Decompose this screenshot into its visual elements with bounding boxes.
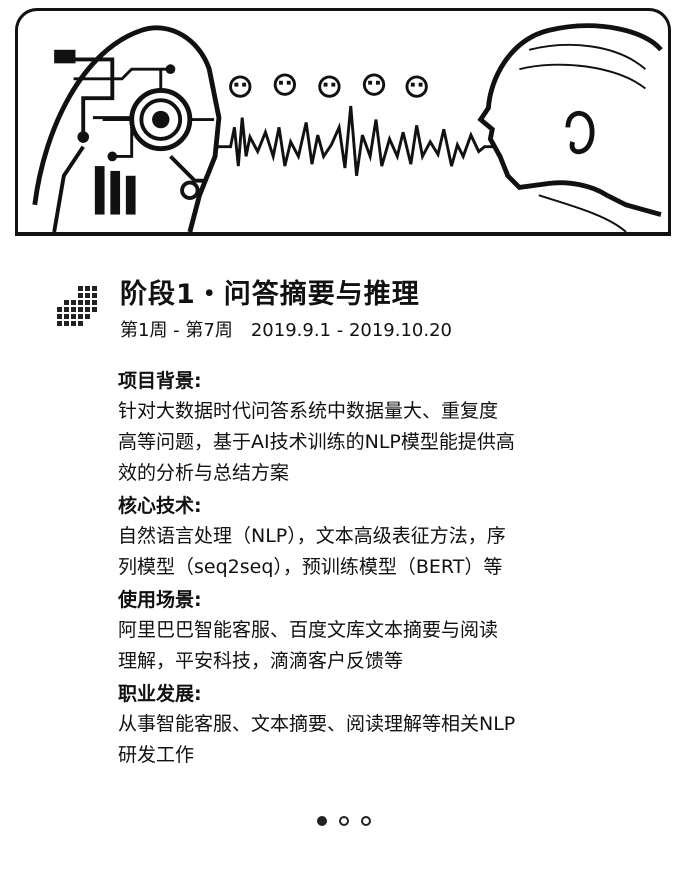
section-core-tech: 核心技术: 自然语言处理（NLP），文本高级表征方法，序 列模型（seq2seq… <box>118 491 588 583</box>
pagination-dot[interactable] <box>317 816 327 826</box>
section-text: 针对大数据时代问答系统中数据量大、重复度 高等问题，基于AI技术训练的NLP模型… <box>118 396 588 489</box>
section-text: 阿里巴巴智能客服、百度文库文本摘要与阅读 理解，平安科技，滴滴客户反馈等 <box>118 615 588 677</box>
pagination-dot[interactable] <box>361 816 371 826</box>
stage-header: 阶段1・问答摘要与推理 第1周 - 第7周 2019.9.1 - 2019.10.… <box>52 270 652 342</box>
stage-details: 项目背景: 针对大数据时代问答系统中数据量大、重复度 高等问题，基于AI技术训练… <box>118 366 588 773</box>
stage-title: 阶段1・问答摘要与推理 <box>120 279 420 310</box>
pagination-dot[interactable] <box>339 816 349 826</box>
text-line: 阿里巴巴智能客服、百度文库文本摘要与阅读 <box>118 619 499 641</box>
stage-weeks: 第1周 - 第7周 <box>120 320 233 341</box>
stage-period: 第1周 - 第7周 2019.9.1 - 2019.10.20 <box>120 316 452 342</box>
section-text: 从事智能客服、文本摘要、阅读理解等相关NLP 研发工作 <box>118 709 588 771</box>
section-heading: 项目背景: <box>118 370 202 392</box>
text-line: 针对大数据时代问答系统中数据量大、重复度 <box>118 400 499 422</box>
section-career: 职业发展: 从事智能客服、文本摘要、阅读理解等相关NLP 研发工作 <box>118 679 588 771</box>
section-background: 项目背景: 针对大数据时代问答系统中数据量大、重复度 高等问题，基于AI技术训练… <box>118 366 588 489</box>
section-use-cases: 使用场景: 阿里巴巴智能客服、百度文库文本摘要与阅读 理解，平安科技，滴滴客户反… <box>118 585 588 677</box>
hero-illustration <box>15 8 671 236</box>
text-line: 列模型（seq2seq），预训练模型（BERT）等 <box>118 556 503 578</box>
section-heading: 使用场景: <box>118 589 202 611</box>
pixel-grid-icon <box>57 286 97 326</box>
text-line: 理解，平安科技，滴滴客户反馈等 <box>118 650 404 672</box>
pagination-dots <box>0 816 688 830</box>
course-stage-card: 阶段1・问答摘要与推理 第1周 - 第7周 2019.9.1 - 2019.10.… <box>0 0 688 884</box>
text-line: 从事智能客服、文本摘要、阅读理解等相关NLP <box>118 713 516 735</box>
section-heading: 职业发展: <box>118 683 202 705</box>
text-line: 研发工作 <box>118 744 195 766</box>
section-heading: 核心技术: <box>118 495 202 517</box>
robot-human-dialogue-icon <box>32 23 663 232</box>
text-line: 效的分析与总结方案 <box>118 462 290 484</box>
stage-dates: 2019.9.1 - 2019.10.20 <box>250 320 452 341</box>
text-line: 自然语言处理（NLP），文本高级表征方法，序 <box>118 525 506 547</box>
section-text: 自然语言处理（NLP），文本高级表征方法，序 列模型（seq2seq），预训练模… <box>118 521 588 583</box>
text-line: 高等问题，基于AI技术训练的NLP模型能提供高 <box>118 431 515 453</box>
